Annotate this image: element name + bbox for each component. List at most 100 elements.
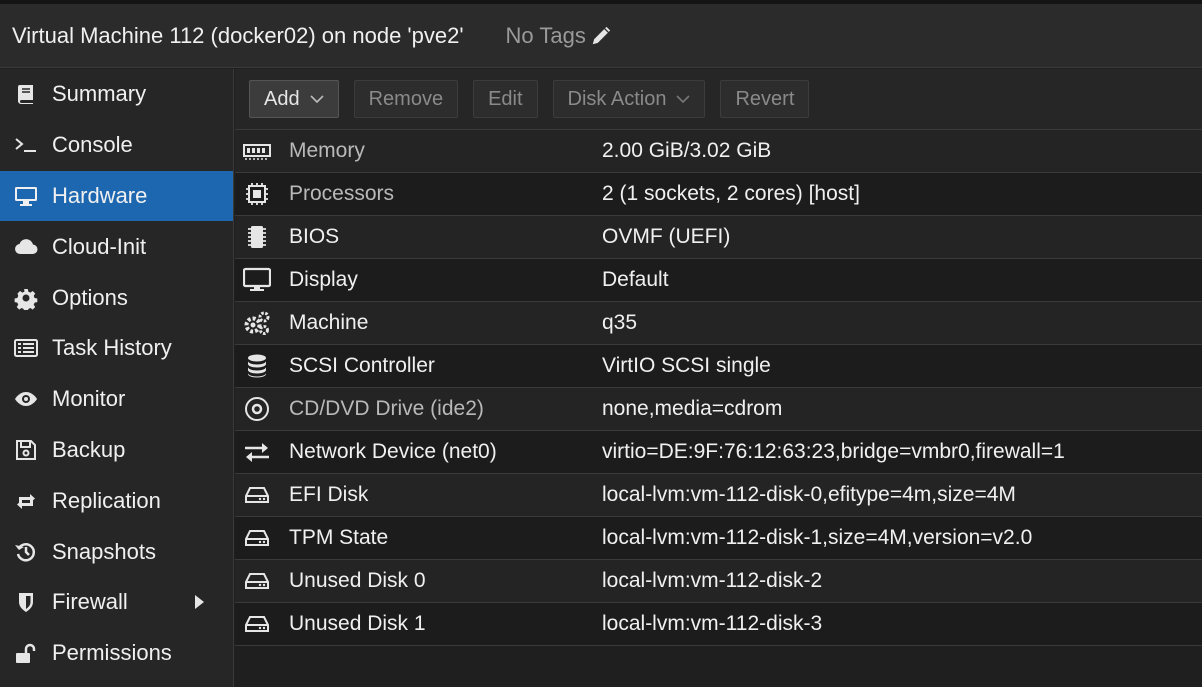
cpu-icon <box>237 173 277 216</box>
hardware-row-tpm-state[interactable]: TPM State local-lvm:vm-112-disk-1,size=4… <box>235 517 1202 560</box>
hardware-row-name: CD/DVD Drive (ide2) <box>289 397 484 420</box>
disk-action-button[interactable]: Disk Action <box>552 80 706 118</box>
hardware-row-value: virtio=DE:9F:76:12:63:23,bridge=vmbr0,fi… <box>602 440 1065 463</box>
sidebar-item-permissions[interactable]: Permissions <box>0 628 233 679</box>
sidebar-item-label: Permissions <box>52 640 172 666</box>
cloud-icon <box>12 235 40 259</box>
hardware-grid: Memory 2.00 GiB/3.02 GiB Processors 2 (1… <box>235 130 1202 646</box>
sidebar-item-snapshots[interactable]: Snapshots <box>0 526 233 577</box>
hardware-row-name: Display <box>289 268 358 291</box>
edit-button-label: Edit <box>488 87 523 110</box>
sidebar-item-options[interactable]: Options <box>0 272 233 323</box>
cogs-icon <box>237 302 277 345</box>
remove-button[interactable]: Remove <box>353 80 459 118</box>
eye-icon <box>12 387 40 411</box>
hdd-icon <box>237 474 277 517</box>
hardware-row-unused-disk-0[interactable]: Unused Disk 0 local-lvm:vm-112-disk-2 <box>235 560 1202 603</box>
sidebar: Summary Console Hardware Cloud-Init Opti… <box>0 69 234 687</box>
sidebar-item-monitor[interactable]: Monitor <box>0 374 233 425</box>
memory-icon <box>237 130 277 173</box>
revert-button-label: Revert <box>735 87 795 110</box>
hardware-row-processors[interactable]: Processors 2 (1 sockets, 2 cores) [host] <box>235 173 1202 216</box>
hardware-row-name: SCSI Controller <box>289 354 435 377</box>
hardware-row-efi-disk[interactable]: EFI Disk local-lvm:vm-112-disk-0,efitype… <box>235 474 1202 517</box>
hardware-row-value: VirtIO SCSI single <box>602 354 771 377</box>
toolbar: Add Remove Edit Disk Action Revert <box>235 69 1202 130</box>
hdd-icon <box>237 517 277 560</box>
hardware-row-value: Default <box>602 268 669 291</box>
hardware-row-name: BIOS <box>289 225 340 248</box>
sidebar-item-console[interactable]: Console <box>0 120 233 171</box>
panel-header: Virtual Machine 112 (docker02) on node '… <box>0 4 1202 68</box>
monitor-icon <box>12 184 40 208</box>
book-icon <box>12 82 40 106</box>
hardware-row-name: EFI Disk <box>289 483 369 506</box>
pencil-icon <box>592 26 611 44</box>
hdd-icon <box>237 560 277 603</box>
expand-arrow-icon[interactable] <box>193 594 205 610</box>
sidebar-item-label: Replication <box>52 487 161 513</box>
sidebar-item-backup[interactable]: Backup <box>0 425 233 476</box>
hardware-row-value: 2.00 GiB/3.02 GiB <box>602 139 772 162</box>
hardware-row-name: Unused Disk 0 <box>289 569 426 592</box>
history-icon <box>12 540 40 564</box>
unlock-icon <box>12 641 40 665</box>
chevron-down-icon <box>310 95 324 104</box>
hardware-row-bios[interactable]: BIOS OVMF (UEFI) <box>235 216 1202 259</box>
chevron-down-icon <box>676 95 691 104</box>
hardware-row-scsi-controller[interactable]: SCSI Controller VirtIO SCSI single <box>235 345 1202 388</box>
sidebar-item-label: Monitor <box>52 386 126 412</box>
sidebar-item-cloud-init[interactable]: Cloud-Init <box>0 221 233 272</box>
hardware-row-name: Network Device (net0) <box>289 440 497 463</box>
hardware-row-name: TPM State <box>289 526 389 549</box>
sidebar-item-task-history[interactable]: Task History <box>0 323 233 374</box>
terminal-icon <box>12 133 40 157</box>
hardware-row-display[interactable]: Display Default <box>235 259 1202 302</box>
sidebar-item-firewall[interactable]: Firewall <box>0 577 233 628</box>
sidebar-item-label: Cloud-Init <box>52 233 147 259</box>
sidebar-item-label: Options <box>52 284 128 310</box>
hardware-row-value: none,media=cdrom <box>602 397 783 420</box>
hardware-row-value: local-lvm:vm-112-disk-2 <box>602 569 823 592</box>
tags-edit[interactable]: No Tags <box>506 23 612 49</box>
remove-button-label: Remove <box>368 87 444 110</box>
hardware-row-name: Machine <box>289 311 369 334</box>
retweet-icon <box>12 489 40 513</box>
hardware-row-value: local-lvm:vm-112-disk-3 <box>602 612 823 635</box>
hardware-row-network-device[interactable]: Network Device (net0) virtio=DE:9F:76:12… <box>235 431 1202 474</box>
hardware-row-value: local-lvm:vm-112-disk-0,efitype=4m,size=… <box>602 483 1016 506</box>
hardware-row-name: Processors <box>289 182 395 205</box>
sidebar-item-label: Snapshots <box>52 538 156 564</box>
sidebar-item-label: Console <box>52 132 133 158</box>
sidebar-item-replication[interactable]: Replication <box>0 475 233 526</box>
exchange-icon <box>237 431 277 474</box>
revert-button[interactable]: Revert <box>720 80 810 118</box>
sidebar-item-summary[interactable]: Summary <box>0 69 233 120</box>
edit-button[interactable]: Edit <box>473 80 538 118</box>
sidebar-item-label: Hardware <box>52 182 148 208</box>
database-icon <box>237 345 277 388</box>
shield-icon <box>12 590 40 614</box>
hardware-row-value: OVMF (UEFI) <box>602 225 731 248</box>
cdrom-icon <box>237 388 277 431</box>
floppy-icon <box>12 438 40 462</box>
hardware-panel: Add Remove Edit Disk Action Revert Memor… <box>235 69 1202 687</box>
page-title: Virtual Machine 112 (docker02) on node '… <box>12 22 464 48</box>
hardware-row-memory[interactable]: Memory 2.00 GiB/3.02 GiB <box>235 130 1202 173</box>
gear-icon <box>12 286 40 310</box>
microchip-icon <box>237 216 277 259</box>
hardware-row-unused-disk-1[interactable]: Unused Disk 1 local-lvm:vm-112-disk-3 <box>235 603 1202 646</box>
hardware-row-machine[interactable]: Machine q35 <box>235 302 1202 345</box>
list-icon <box>12 336 40 360</box>
hardware-row-value: 2 (1 sockets, 2 cores) [host] <box>602 182 860 205</box>
disk-action-button-label: Disk Action <box>567 87 667 110</box>
tags-label: No Tags <box>505 22 586 48</box>
hardware-row-cd-dvd-drive[interactable]: CD/DVD Drive (ide2) none,media=cdrom <box>235 388 1202 431</box>
hdd-icon <box>237 603 277 646</box>
add-button[interactable]: Add <box>249 80 339 118</box>
hardware-row-name: Memory <box>289 139 365 162</box>
sidebar-item-label: Task History <box>52 335 172 361</box>
sidebar-item-label: Firewall <box>52 589 128 615</box>
sidebar-item-hardware[interactable]: Hardware <box>0 170 233 222</box>
sidebar-item-label: Backup <box>52 436 126 462</box>
